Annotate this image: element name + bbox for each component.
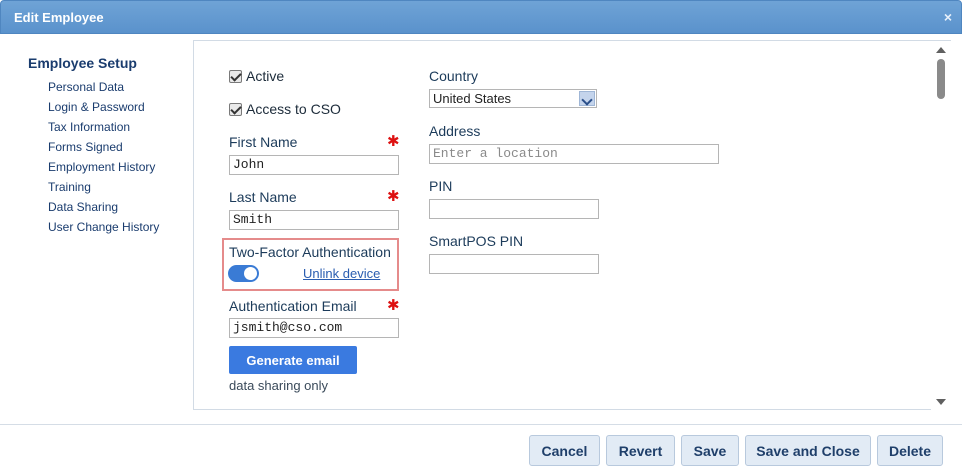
- country-label: Country: [429, 68, 479, 84]
- unlink-device-link[interactable]: Unlink device: [303, 266, 380, 281]
- scroll-thumb[interactable]: [937, 59, 945, 99]
- country-value: United States: [433, 91, 512, 106]
- pin-input[interactable]: [429, 199, 599, 219]
- close-icon[interactable]: ×: [944, 9, 952, 25]
- dialog-title-bar: Edit Employee ×: [0, 0, 962, 34]
- country-select[interactable]: United States: [429, 89, 597, 108]
- smartpos-pin-label: SmartPOS PIN: [429, 233, 524, 249]
- required-asterisk-icon: ✱: [387, 188, 400, 205]
- data-sharing-note: data sharing only: [229, 378, 329, 393]
- pin-label: PIN: [429, 178, 453, 194]
- required-asterisk-icon: ✱: [387, 133, 400, 150]
- address-input[interactable]: Enter a location: [429, 144, 719, 164]
- chevron-down-icon[interactable]: [579, 91, 595, 106]
- footer-divider: [0, 424, 962, 425]
- cancel-button[interactable]: Cancel: [529, 435, 600, 466]
- scroll-up-icon[interactable]: [936, 47, 946, 53]
- save-and-close-button[interactable]: Save and Close: [745, 435, 871, 466]
- active-checkbox-row[interactable]: Active: [229, 68, 284, 84]
- auth-email-input[interactable]: jsmith@cso.com: [229, 318, 399, 338]
- sidebar-nav: Employee Setup Personal Data Login & Pas…: [28, 55, 159, 237]
- save-button[interactable]: Save: [681, 435, 739, 466]
- sidebar-item-login-password[interactable]: Login & Password: [48, 97, 159, 117]
- revert-button[interactable]: Revert: [606, 435, 675, 466]
- sidebar-heading: Employee Setup: [28, 55, 137, 71]
- access-cso-checkbox[interactable]: [229, 102, 242, 116]
- sidebar-item-employment-history[interactable]: Employment History: [48, 157, 159, 177]
- sidebar-item-training[interactable]: Training: [48, 177, 159, 197]
- active-label: Active: [246, 68, 285, 84]
- smartpos-pin-input[interactable]: [429, 254, 599, 274]
- active-checkbox[interactable]: [229, 69, 242, 83]
- generate-email-button[interactable]: Generate email: [229, 346, 357, 374]
- access-cso-checkbox-row[interactable]: Access to CSO: [229, 101, 341, 117]
- first-name-label: First Name: [229, 134, 298, 150]
- two-factor-toggle[interactable]: [228, 265, 259, 282]
- sidebar-item-user-change-history[interactable]: User Change History: [48, 217, 159, 237]
- access-cso-label: Access to CSO: [246, 101, 341, 117]
- two-factor-label: Two-Factor Authentication: [229, 244, 391, 260]
- scroll-down-icon[interactable]: [936, 399, 946, 405]
- last-name-input[interactable]: Smith: [229, 210, 399, 230]
- address-label: Address: [429, 123, 481, 139]
- delete-button[interactable]: Delete: [877, 435, 943, 466]
- vertical-scrollbar[interactable]: [931, 41, 951, 411]
- sidebar-item-personal-data[interactable]: Personal Data: [48, 77, 159, 97]
- sidebar-item-tax-information[interactable]: Tax Information: [48, 117, 159, 137]
- first-name-input[interactable]: John: [229, 155, 399, 175]
- sidebar-item-forms-signed[interactable]: Forms Signed: [48, 137, 159, 157]
- required-asterisk-icon: ✱: [387, 297, 400, 314]
- dialog-title: Edit Employee: [14, 10, 104, 25]
- toggle-knob: [244, 267, 257, 280]
- sidebar-item-data-sharing[interactable]: Data Sharing: [48, 197, 159, 217]
- auth-email-label: Authentication Email: [229, 298, 357, 314]
- last-name-label: Last Name: [229, 189, 297, 205]
